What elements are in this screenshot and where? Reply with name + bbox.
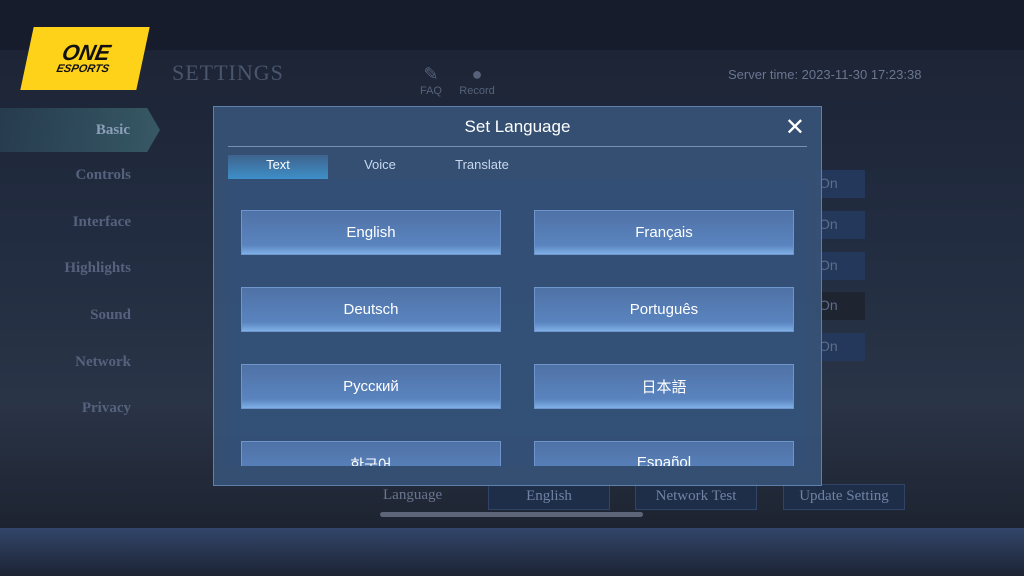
server-time: Server time: 2023-11-30 17:23:38 <box>728 67 922 82</box>
tab-voice[interactable]: Voice <box>330 155 430 179</box>
faq-label: FAQ <box>419 85 442 97</box>
language-option-english[interactable]: English <box>241 210 501 255</box>
language-option-japanese[interactable]: 日本語 <box>534 364 794 409</box>
record-label: Record <box>459 85 495 97</box>
sidebar-item-sound[interactable]: Sound <box>90 307 131 324</box>
scrollbar[interactable] <box>380 512 643 517</box>
sidebar-item-interface[interactable]: Interface <box>73 214 131 231</box>
page-title: SETTINGS <box>172 60 284 85</box>
toggle-on[interactable]: On <box>815 333 865 361</box>
top-bar <box>0 0 1024 50</box>
tab-translate[interactable]: Translate <box>432 155 532 179</box>
record-button[interactable]: ● Record <box>457 64 497 97</box>
sidebar-item-label: Basic <box>95 121 130 138</box>
record-icon: ● <box>471 64 483 84</box>
update-setting-button[interactable]: Update Setting <box>783 484 905 510</box>
toggle-on[interactable]: On <box>815 292 865 320</box>
sidebar-item-controls[interactable]: Controls <box>75 167 131 184</box>
language-option-russian[interactable]: Русский <box>241 364 501 409</box>
language-label: Language <box>383 487 443 503</box>
language-list[interactable]: English Français Deutsch Português Русск… <box>228 179 808 466</box>
language-option-german[interactable]: Deutsch <box>241 287 501 332</box>
faq-icon: ✎ <box>423 64 439 84</box>
language-option-french[interactable]: Français <box>534 210 794 255</box>
divider <box>228 146 807 147</box>
sidebar-item-basic[interactable]: Basic <box>0 108 160 152</box>
toggle-on[interactable]: On <box>815 170 865 198</box>
close-icon[interactable]: ✕ <box>785 113 805 142</box>
toggle-on[interactable]: On <box>815 211 865 239</box>
toggle-on[interactable]: On <box>815 252 865 280</box>
set-language-dialog: Set Language ✕ Text Voice Translate Engl… <box>213 106 822 486</box>
tab-text[interactable]: Text <box>228 155 328 179</box>
language-option-portuguese[interactable]: Português <box>534 287 794 332</box>
bottom-strip <box>0 528 1024 576</box>
dialog-title: Set Language <box>464 117 571 136</box>
sidebar-item-network[interactable]: Network <box>75 354 131 371</box>
logo-text: ONE <box>59 39 113 65</box>
one-esports-logo: ONE ESPORTS <box>20 27 150 90</box>
sidebar-item-highlights[interactable]: Highlights <box>64 260 131 277</box>
sidebar-item-privacy[interactable]: Privacy <box>82 400 131 417</box>
faq-button[interactable]: ✎ FAQ <box>411 64 451 97</box>
language-select[interactable]: English <box>488 484 610 510</box>
language-option-spanish[interactable]: Español <box>534 441 794 466</box>
network-test-button[interactable]: Network Test <box>635 484 757 510</box>
logo-subtext: ESPORTS <box>55 62 111 75</box>
language-option-korean[interactable]: 한국어 <box>241 441 501 466</box>
